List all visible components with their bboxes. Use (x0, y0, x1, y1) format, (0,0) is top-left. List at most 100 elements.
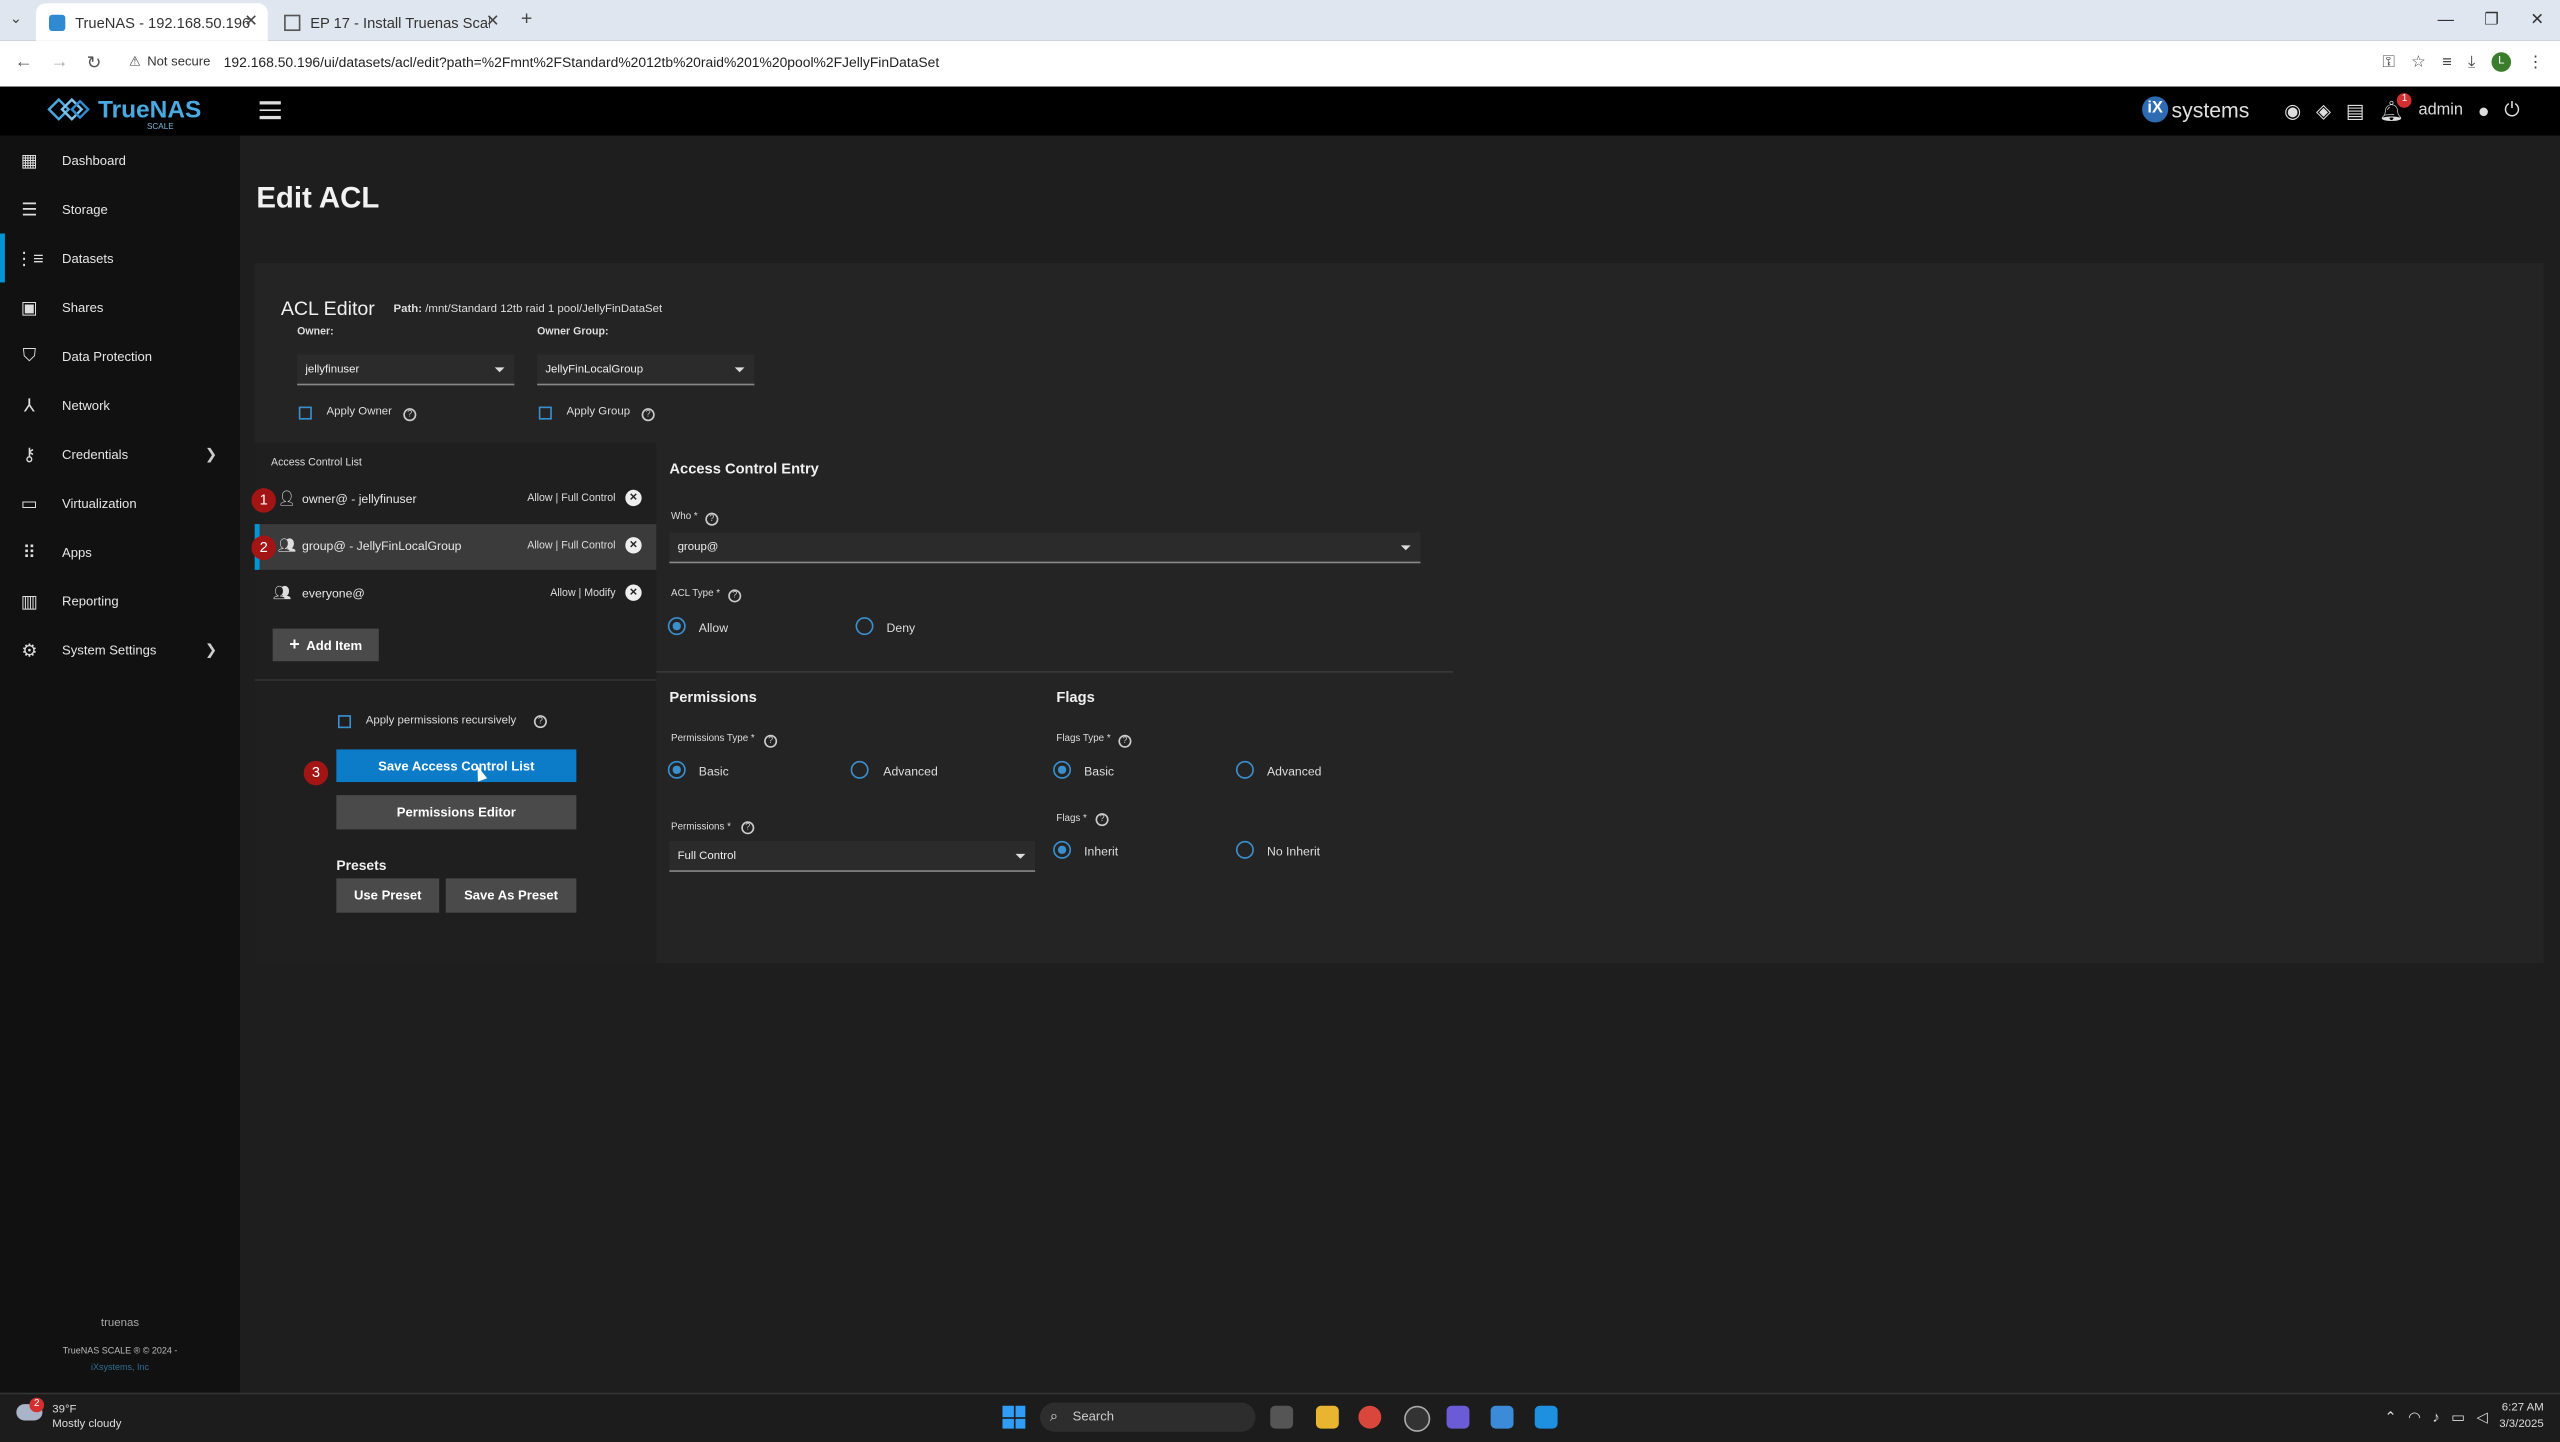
ixsystems-logo[interactable]: iX systems (2142, 96, 2249, 123)
perm-advanced-radio[interactable] (850, 760, 869, 779)
notepad-icon[interactable] (1490, 1405, 1514, 1429)
truenas-logo[interactable]: TrueNAS SCALE (46, 95, 201, 132)
task-view-icon[interactable] (1270, 1405, 1294, 1429)
help-icon[interactable]: ? (533, 715, 547, 729)
permissions-value: Full Control (677, 850, 737, 863)
browser-tab-youtube[interactable]: EP 17 - Install Truenas Scale - Li ✕ (271, 3, 509, 41)
jobs-clipboard-icon[interactable]: ▤ (2346, 99, 2365, 122)
sidebar-item-credentials[interactable]: ⚷ Credentials ❯ (0, 429, 240, 478)
password-key-icon[interactable]: ⚿ (2382, 53, 2394, 71)
owner-group-select[interactable]: JellyFinLocalGroup (537, 354, 755, 386)
apply-recursive-label: Apply permissions recursively (365, 715, 517, 727)
datasets-icon: ⋮≡ (15, 248, 44, 269)
sidebar-item-system-settings[interactable]: ⚙ System Settings ❯ (0, 625, 240, 674)
deny-radio[interactable] (855, 617, 874, 636)
use-preset-button[interactable]: Use Preset (336, 878, 440, 913)
acl-entry-everyone[interactable]: 👥︎ everyone@ Allow | Modify × (255, 571, 657, 617)
directory-services-icon[interactable]: ◈ (2316, 99, 2331, 122)
apply-recursive-checkbox[interactable] (337, 715, 352, 729)
tray-chevron-icon[interactable]: ⌃ (2384, 1408, 2396, 1426)
sidebar-item-dashboard[interactable]: ▦ Dashboard (0, 136, 240, 185)
forward-icon[interactable]: → (51, 52, 69, 72)
flags-type-label: Flags Type * (1056, 734, 1111, 745)
wifi-icon[interactable]: ◠ (2408, 1408, 2421, 1426)
permissions-editor-button[interactable]: Permissions Editor (336, 795, 577, 830)
owner-select[interactable]: jellyfinuser (297, 354, 515, 386)
minimize-icon[interactable]: — (2423, 0, 2469, 41)
clock[interactable]: 6:27 AM 3/3/2025 (2499, 1401, 2543, 1434)
browser-menu-icon[interactable]: ⋮ (2527, 53, 2543, 71)
acl-entry-group[interactable]: 👥︎ group@ - JellyFinLocalGroup Allow | F… (254, 524, 657, 570)
tab-list-chevron-icon[interactable]: ⌄ (10, 10, 22, 28)
help-icon[interactable]: ? (1118, 734, 1132, 748)
media-queue-icon[interactable]: ≡ (2442, 53, 2452, 71)
obs-icon[interactable] (1404, 1405, 1431, 1432)
sidebar-item-reporting[interactable]: ▥ Reporting (0, 576, 240, 625)
who-select[interactable]: group@ (669, 532, 1421, 564)
close-tab-icon[interactable]: ✕ (244, 13, 258, 31)
remove-entry-icon[interactable]: × (625, 489, 642, 507)
help-icon[interactable]: ? (728, 589, 742, 603)
close-window-icon[interactable]: ✕ (2514, 0, 2560, 41)
truecommand-icon[interactable]: ◉ (2284, 99, 2301, 122)
permissions-select[interactable]: Full Control (669, 840, 1036, 872)
help-icon[interactable]: ? (705, 512, 719, 526)
remove-entry-icon[interactable]: × (625, 584, 642, 601)
sidebar-item-apps[interactable]: ⠿ Apps (0, 527, 240, 576)
reload-icon[interactable]: ↻ (87, 52, 102, 74)
apply-group-checkbox[interactable] (538, 406, 552, 420)
company-link[interactable]: iXsystems, Inc (0, 1363, 240, 1373)
taskbar-search[interactable]: ⌕ Search (1040, 1402, 1256, 1432)
help-icon[interactable]: ? (764, 734, 778, 748)
browser-tab-truenas[interactable]: TrueNAS - 192.168.50.196 ✕ (35, 3, 268, 41)
sidebar-item-network[interactable]: ⅄ Network (0, 380, 240, 429)
download-icon[interactable]: ⤓ (2468, 53, 2475, 71)
add-item-button[interactable]: + Add Item (272, 628, 379, 662)
power-icon[interactable]: ⏻ (2504, 98, 2520, 122)
not-secure-indicator[interactable]: ⚠ Not secure (129, 54, 210, 69)
notifications-bell-icon[interactable]: 🔔︎ 1 (2379, 92, 2412, 122)
flags-basic-radio[interactable] (1053, 760, 1072, 779)
volume-icon[interactable]: ◁ (2477, 1408, 2488, 1426)
perm-basic-radio[interactable] (667, 760, 686, 779)
help-icon[interactable]: ? (1095, 813, 1109, 827)
chrome-icon[interactable] (1358, 1405, 1382, 1429)
acl-entry-owner[interactable]: 👤︎ owner@ - jellyfinuser Allow | Full Co… (255, 477, 657, 523)
account-circle-icon[interactable]: ● (2478, 99, 2490, 122)
network-status-icon[interactable]: ▭ (2451, 1408, 2465, 1426)
profile-avatar[interactable]: L (2491, 52, 2512, 72)
flags-advanced-radio[interactable] (1235, 760, 1254, 779)
back-icon[interactable]: ← (15, 52, 33, 72)
url-field[interactable]: 192.168.50.196/ui/datasets/acl/edit?path… (224, 54, 940, 70)
sidebar-item-datasets[interactable]: ⋮≡ Datasets (0, 233, 240, 283)
windows-start-icon[interactable] (1002, 1405, 1026, 1429)
paint-icon[interactable] (1534, 1405, 1558, 1429)
app-icon[interactable] (1446, 1405, 1470, 1429)
weather-widget[interactable]: 2 39°F Mostly cloudy (16, 1397, 121, 1431)
bookmark-star-icon[interactable]: ☆ (2411, 53, 2426, 71)
microphone-icon[interactable]: ♪ (2432, 1409, 2439, 1425)
restore-icon[interactable]: ❐ (2469, 0, 2515, 41)
file-explorer-icon[interactable] (1315, 1405, 1339, 1429)
close-tab-icon[interactable]: ✕ (486, 13, 500, 31)
menu-toggle-icon[interactable] (259, 101, 281, 124)
remove-entry-icon[interactable]: × (625, 537, 642, 554)
acl-list-header: Access Control List (271, 457, 362, 469)
topbar-actions: ◉ ◈ ▤ 🔔︎ 1 admin ● ⏻ (2284, 92, 2520, 122)
no-inherit-radio[interactable] (1235, 840, 1254, 859)
apply-owner-label: Apply Owner (326, 406, 392, 418)
username-label[interactable]: admin (2419, 101, 2463, 119)
sidebar-item-storage[interactable]: ☰ Storage (0, 184, 240, 233)
allow-radio[interactable] (667, 617, 686, 636)
inherit-radio[interactable] (1053, 840, 1072, 859)
help-icon[interactable]: ? (741, 821, 755, 835)
apply-owner-checkbox[interactable] (298, 406, 312, 420)
new-tab-icon[interactable]: + (521, 7, 532, 30)
save-as-preset-button[interactable]: Save As Preset (445, 878, 577, 913)
sidebar-item-data-protection[interactable]: ⛉ Data Protection (0, 331, 240, 380)
help-icon[interactable]: ? (403, 408, 417, 422)
sidebar-item-shares[interactable]: ▣ Shares (0, 282, 240, 331)
sidebar-item-virtualization[interactable]: ▭ Virtualization (0, 478, 240, 527)
help-icon[interactable]: ? (641, 408, 655, 422)
save-acl-button[interactable]: Save Access Control List (336, 749, 577, 783)
